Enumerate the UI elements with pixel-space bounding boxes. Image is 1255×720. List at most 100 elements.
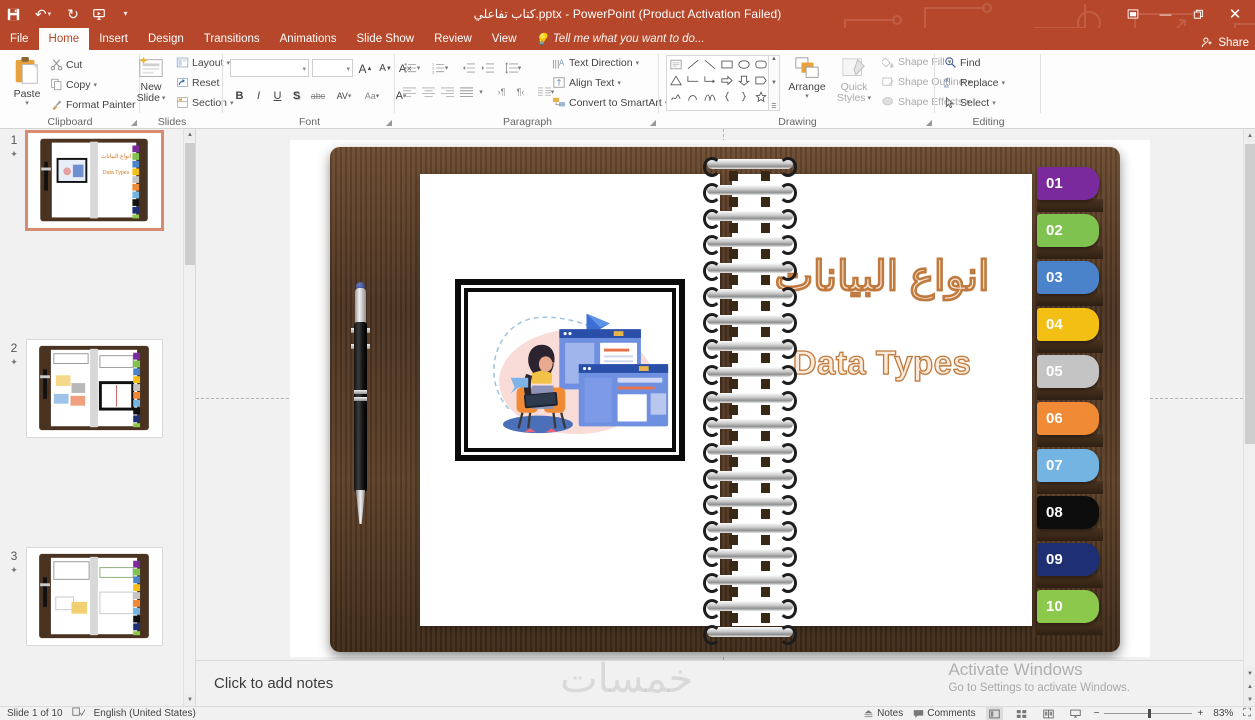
increase-indent-icon[interactable] <box>478 58 497 77</box>
section-tab-03[interactable]: 03 <box>1037 261 1099 294</box>
next-slide-icon[interactable]: ▼ <box>1244 693 1255 706</box>
ribbon-tab-bar[interactable]: File Home Insert Design Transitions Anim… <box>0 28 1255 50</box>
thumbnail-panel-scrollbar[interactable]: ▲ ▼ <box>183 129 195 706</box>
shape-rounded-rectangle[interactable] <box>752 56 769 72</box>
shapes-scroll-up-icon[interactable]: ▲ <box>771 56 777 62</box>
font-name-input[interactable]: ▾ <box>230 59 309 77</box>
thumbnail-scrollbar-thumb[interactable] <box>185 143 195 265</box>
shapes-scroll-down-icon[interactable]: ▼ <box>771 80 777 86</box>
shapes-gallery[interactable]: ▲ ▼ ☰ <box>666 55 780 111</box>
scroll-down-icon[interactable]: ▼ <box>1244 667 1255 680</box>
quick-access-toolbar[interactable]: ↶ ▾ ↻ ▾ <box>0 0 138 28</box>
thumbnail-row-1[interactable]: 1 ✦ انواع البيانات Data Types <box>0 129 183 233</box>
shape-right-brace[interactable] <box>735 88 752 104</box>
notes-toggle-button[interactable]: Notes <box>863 708 903 719</box>
text-direction-button[interactable]: ||| A Text Direction ▾ <box>552 56 640 70</box>
picture-frame[interactable] <box>455 279 685 461</box>
undo-icon[interactable]: ↶ ▾ <box>26 1 60 27</box>
shape-left-brace[interactable] <box>718 88 735 104</box>
italic-icon[interactable]: I <box>249 86 268 105</box>
paste-dropdown-caret[interactable]: ▾ <box>25 100 29 107</box>
window-controls[interactable]: — ✕ <box>1116 0 1255 28</box>
bullets-icon[interactable]: ▾ <box>400 58 424 77</box>
zoom-level-label[interactable]: 83% <box>1213 708 1233 719</box>
slide-sorter-view-button[interactable] <box>1013 707 1030 720</box>
tab-home[interactable]: Home <box>38 28 90 50</box>
section-tab-02[interactable]: 02 <box>1037 214 1099 247</box>
new-slide-dropdown-caret[interactable]: ▾ <box>162 95 166 102</box>
line-spacing-icon[interactable]: ▾ <box>501 58 525 77</box>
decrease-indent-icon[interactable] <box>459 58 478 77</box>
shape-line[interactable] <box>684 56 701 72</box>
slide-thumbnail-3[interactable] <box>26 547 163 646</box>
book-graphic[interactable]: انواع البيانات Data Types 01 02 03 04 05… <box>330 147 1120 652</box>
section-tab-04[interactable]: 04 <box>1037 308 1099 341</box>
text-direction-caret[interactable]: ▾ <box>636 59 640 67</box>
shape-scribble[interactable] <box>667 88 684 104</box>
slide-thumbnail-2[interactable] <box>26 339 163 438</box>
tab-design[interactable]: Design <box>138 28 194 50</box>
shapes-gallery-scrollbar[interactable]: ▲ ▼ ☰ <box>768 56 779 110</box>
thumbnail-row-3[interactable]: 3 ✦ <box>0 545 183 649</box>
text-shadow-icon[interactable]: S <box>287 86 306 105</box>
replace-caret[interactable]: ▾ <box>1002 79 1006 87</box>
thumbnail-scroll-down-icon[interactable]: ▼ <box>184 694 195 706</box>
section-tab-05[interactable]: 05 <box>1037 355 1099 388</box>
ltr-text-direction-icon[interactable]: ›¶ <box>492 82 511 101</box>
cut-button[interactable]: Cut <box>50 58 82 71</box>
select-caret[interactable]: ▾ <box>992 99 996 107</box>
reading-view-button[interactable] <box>1040 707 1057 720</box>
change-case-icon[interactable]: Aa ▾ <box>360 86 384 105</box>
restore-icon[interactable] <box>1182 0 1215 28</box>
shape-textbox[interactable] <box>667 56 684 72</box>
tab-file[interactable]: File <box>0 28 39 50</box>
slide-area-scrollbar[interactable]: ▲ ▼ ▲ ▼ <box>1243 129 1255 706</box>
current-slide[interactable]: انواع البيانات Data Types 01 02 03 04 05… <box>290 140 1150 657</box>
shape-star[interactable] <box>752 88 769 104</box>
customize-quick-access-toolbar-icon[interactable]: ▾ <box>112 1 138 27</box>
decrease-font-size-icon[interactable]: A ▼ <box>376 59 395 78</box>
shape-rectangle[interactable] <box>718 56 735 72</box>
convert-to-smartart-button[interactable]: Convert to SmartArt ▾ <box>552 96 668 109</box>
strikethrough-icon[interactable]: abc <box>306 86 330 105</box>
minimize-icon[interactable]: — <box>1149 0 1182 28</box>
tab-review[interactable]: Review <box>424 28 482 50</box>
fit-slide-to-window-button[interactable]: ⛶ <box>1243 707 1251 720</box>
thumbnail-row-2[interactable]: 2 ✦ <box>0 337 183 441</box>
share-button[interactable]: Share <box>1201 36 1249 49</box>
tab-slide-show[interactable]: Slide Show <box>347 28 425 50</box>
save-icon[interactable] <box>0 1 26 27</box>
scrollbar-thumb[interactable] <box>1245 144 1255 444</box>
thumbnail-scroll-up-icon[interactable]: ▲ <box>184 129 195 141</box>
zoom-track[interactable] <box>1104 709 1193 718</box>
align-text-caret[interactable]: ▾ <box>617 79 621 87</box>
increase-font-size-icon[interactable]: A ▲ <box>356 59 375 78</box>
align-right-icon[interactable] <box>438 82 457 101</box>
font-size-caret[interactable]: ▾ <box>346 65 350 73</box>
spell-check-icon[interactable] <box>72 707 85 720</box>
align-left-icon[interactable] <box>400 82 419 101</box>
tell-me-search[interactable]: 💡 Tell me what you want to do... <box>527 28 713 50</box>
drawing-dialog-launcher[interactable]: ◢ <box>926 118 932 127</box>
book-page-left[interactable] <box>420 174 720 626</box>
normal-view-button[interactable] <box>985 707 1003 720</box>
justify-dropdown-caret[interactable]: ▾ <box>475 82 487 101</box>
new-slide-button[interactable]: New Slide ▾ <box>129 56 173 104</box>
thumbnail-list[interactable]: 1 ✦ انواع البيانات Data Types 2 ✦ 3 ✦ <box>0 129 183 706</box>
rtl-text-direction-icon[interactable]: ¶‹ <box>511 82 530 101</box>
scroll-up-icon[interactable]: ▲ <box>1244 129 1255 142</box>
arrange-button[interactable]: Arrange ▾ <box>784 56 830 100</box>
underline-icon[interactable]: U <box>268 86 287 105</box>
slide-show-button[interactable] <box>1067 707 1084 720</box>
slide-thumbnail-1[interactable]: انواع البيانات Data Types <box>26 131 163 230</box>
font-name-caret[interactable]: ▾ <box>302 65 306 73</box>
find-button[interactable]: Find <box>944 56 980 69</box>
shape-triangle[interactable] <box>667 72 684 88</box>
shape-elbow-connector[interactable] <box>684 72 701 88</box>
section-tab-06[interactable]: 06 <box>1037 402 1099 435</box>
section-tab-07[interactable]: 07 <box>1037 449 1099 482</box>
select-button[interactable]: Select ▾ <box>944 96 996 109</box>
shape-line-arrow[interactable] <box>701 56 718 72</box>
copy-button[interactable]: Copy ▾ <box>50 78 97 91</box>
section-tab-09[interactable]: 09 <box>1037 543 1099 576</box>
